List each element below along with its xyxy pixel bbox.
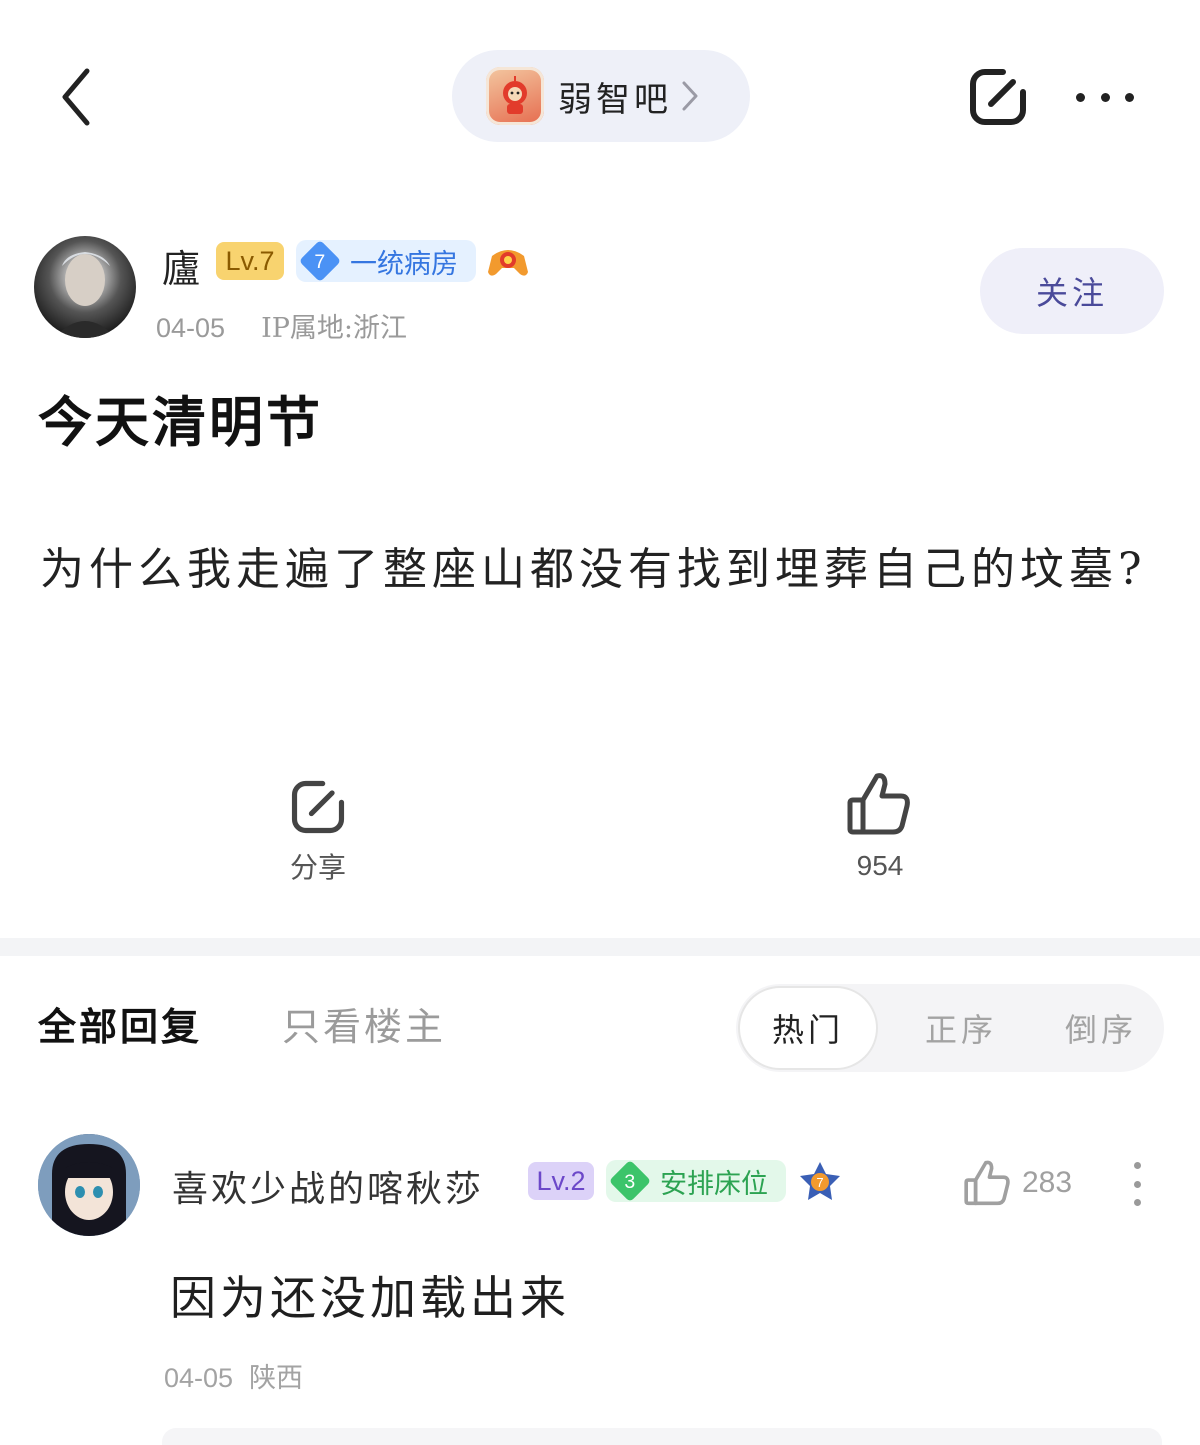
rank-number: 7 bbox=[314, 249, 326, 272]
sort-hot[interactable]: 热门 bbox=[738, 986, 878, 1070]
top-navigation-bar: 弱智吧 bbox=[0, 0, 1200, 180]
thumbs-up-icon bbox=[964, 1160, 1010, 1206]
forum-link-pill[interactable]: 弱智吧 bbox=[452, 50, 750, 142]
forum-name: 弱智吧 bbox=[558, 79, 672, 120]
comment-meta: 04-05 陕西 bbox=[164, 1356, 303, 1395]
follow-button[interactable]: 关注 bbox=[980, 248, 1164, 334]
like-button[interactable]: 954 bbox=[830, 770, 930, 882]
commenter-avatar[interactable] bbox=[38, 1134, 140, 1236]
post-body: 为什么我走遍了整座山都没有找到埋葬自己的坟墓? bbox=[40, 544, 1147, 595]
commenter-name[interactable]: 喜欢少战的喀秋莎 bbox=[172, 1160, 484, 1212]
rank-number: 3 bbox=[624, 1169, 636, 1192]
author-name[interactable]: 廬 bbox=[162, 238, 200, 293]
comment-location: 陕西 bbox=[249, 1363, 304, 1394]
level-badge: Lv.7 bbox=[216, 242, 284, 280]
comment-like-count: 283 bbox=[1022, 1166, 1073, 1199]
svg-text:7: 7 bbox=[816, 1175, 823, 1190]
level-badge: Lv.2 bbox=[528, 1162, 594, 1200]
rank-title: 一统病房 bbox=[350, 248, 458, 280]
author-avatar[interactable] bbox=[34, 236, 136, 338]
sort-descending[interactable]: 倒序 bbox=[1036, 984, 1166, 1072]
rank-badge: 7 一统病房 bbox=[296, 239, 476, 283]
star-medal-icon: 7 bbox=[800, 1162, 840, 1200]
share-label: 分享 bbox=[289, 851, 346, 884]
sort-ascending[interactable]: 正序 bbox=[896, 984, 1026, 1072]
rank-title: 安排床位 bbox=[660, 1168, 768, 1200]
more-icon[interactable] bbox=[1072, 80, 1138, 114]
author-meta: 04-05 IP属地:浙江 bbox=[156, 306, 407, 345]
share-button[interactable]: 分享 bbox=[268, 776, 368, 886]
back-button[interactable] bbox=[50, 62, 100, 132]
section-divider bbox=[0, 938, 1200, 956]
game-controller-medal-icon bbox=[488, 250, 528, 276]
back-arrow-icon bbox=[62, 68, 90, 126]
comment-date: 04-05 bbox=[164, 1363, 234, 1393]
chevron-right-icon bbox=[682, 81, 698, 111]
ip-location: IP属地:浙江 bbox=[261, 313, 407, 344]
tab-op-only[interactable]: 只看楼主 bbox=[282, 996, 446, 1051]
comment-like-button[interactable]: 283 bbox=[964, 1158, 1072, 1208]
sort-switcher: 热门 正序 倒序 bbox=[736, 984, 1164, 1072]
like-count: 954 bbox=[856, 850, 904, 881]
thumbs-up-icon bbox=[847, 773, 910, 835]
post-title: 今天清明节 bbox=[38, 390, 323, 454]
teletubby-forum-icon bbox=[486, 67, 544, 125]
share-icon bbox=[291, 780, 345, 834]
share-icon[interactable] bbox=[965, 64, 1031, 130]
sub-reply-box[interactable] bbox=[162, 1428, 1162, 1445]
comment-more-icon[interactable] bbox=[1130, 1162, 1144, 1206]
comment-text: 因为还没加载出来 bbox=[170, 1271, 570, 1325]
rank-badge: 3 安排床位 bbox=[606, 1159, 786, 1203]
tab-all-replies[interactable]: 全部回复 bbox=[38, 996, 202, 1051]
post-date: 04-05 bbox=[156, 313, 226, 343]
